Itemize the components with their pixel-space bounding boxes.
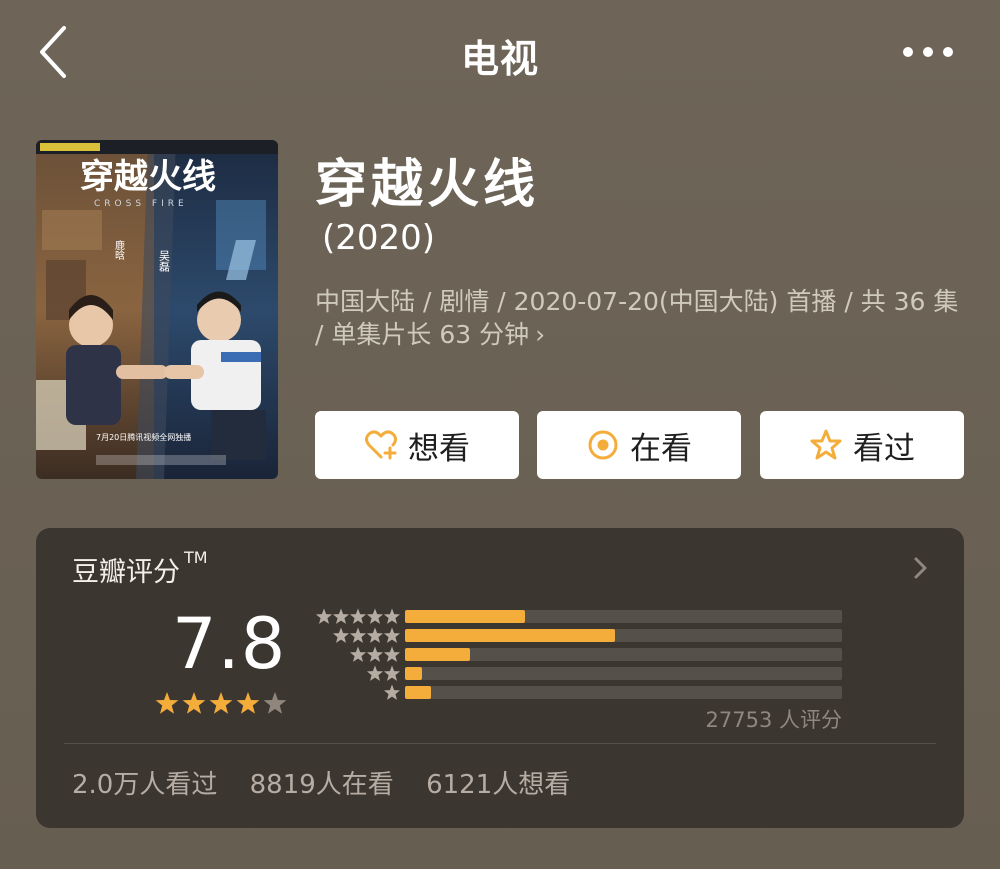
- distribution-star-icon: [332, 627, 350, 643]
- poster-air-info: 7月20日腾讯视频全网独播: [96, 432, 191, 442]
- star-filled-icon: [236, 692, 260, 714]
- poster-actor-left: 鹿晗: [113, 239, 125, 261]
- star-outline-icon: [810, 429, 842, 460]
- watching-button[interactable]: 在看: [537, 411, 741, 479]
- wish-count: 6121人想看: [426, 770, 571, 800]
- want-to-watch-button[interactable]: 想看: [315, 411, 519, 479]
- trademark-mark: TM: [184, 548, 208, 567]
- chevron-left-icon: [40, 26, 66, 78]
- nav-bar: 电视: [0, 0, 1000, 100]
- more-button[interactable]: [893, 30, 963, 74]
- rating-card-title-text: 豆瓣评分: [72, 557, 180, 588]
- rating-stars: [155, 692, 287, 714]
- distribution-star-icon: [383, 684, 400, 700]
- movie-year: (2020): [322, 218, 436, 258]
- movie-meta[interactable]: 中国大陆 / 剧情 / 2020-07-20(中国大陆) 首播 / 共 36 集…: [315, 285, 965, 351]
- rating-card-title: 豆瓣评分 TM: [72, 548, 208, 589]
- back-button[interactable]: [30, 22, 80, 82]
- more-dots-icon: [903, 47, 953, 57]
- rating-bar-track-5-star: [405, 610, 842, 623]
- distribution-star-icon: [366, 646, 384, 662]
- distribution-star-icon: [349, 608, 367, 624]
- divider: [64, 743, 936, 744]
- distribution-star-icon: [383, 665, 400, 681]
- poster-image[interactable]: 穿越火线 CROSS FIRE 吴磊 鹿晗 7月20日腾讯视频全网独播: [36, 140, 278, 479]
- poster-title: 穿越火线: [80, 157, 216, 197]
- rating-count: 27753 人评分: [705, 708, 842, 732]
- watched-count: 2.0万人看过: [72, 770, 218, 800]
- distribution-star-icon: [383, 627, 400, 643]
- page-title: 电视: [460, 37, 539, 81]
- rating-bar-track-1-star: [405, 686, 842, 699]
- distribution-star-icon: [332, 608, 350, 624]
- distribution-star-icon: [349, 646, 367, 662]
- watching-count: 8819人在看: [249, 770, 394, 800]
- rating-bar-track-3-star: [405, 648, 842, 661]
- distribution-star-icon: [366, 627, 384, 643]
- poster-artwork: 穿越火线 CROSS FIRE 吴磊 鹿晗 7月20日腾讯视频全网独播: [36, 140, 278, 479]
- poster-actor-right: 吴磊: [158, 250, 171, 273]
- rating-card[interactable]: 豆瓣评分 TM 7.8 27753 人评分 2.0万人看过 8819人在看 612…: [36, 528, 964, 828]
- chevron-right-icon[interactable]: [908, 554, 932, 582]
- target-circle-icon: [588, 430, 618, 460]
- star-filled-icon: [209, 692, 233, 714]
- want-to-watch-label: 想看: [408, 430, 470, 467]
- movie-detail-page: 电视 穿越火线 CROSS FIRE 吴磊 鹿晗 7月20日腾讯视频全网独播 穿…: [0, 0, 1000, 869]
- distribution-star-icon: [383, 646, 400, 662]
- watched-label: 看过: [853, 430, 915, 467]
- heart-plus-icon: [365, 430, 397, 460]
- rating-bar-fill-4-star: [405, 629, 615, 642]
- distribution-star-icon: [366, 608, 384, 624]
- star-filled-icon: [155, 692, 179, 714]
- chevron-right-icon: ›: [535, 320, 546, 349]
- watched-button[interactable]: 看过: [760, 411, 964, 479]
- rating-bar-fill-3-star: [405, 648, 470, 661]
- star-empty-icon: [263, 692, 287, 714]
- distribution-star-icon: [366, 665, 384, 681]
- rating-bar-fill-1-star: [405, 686, 431, 699]
- watch-stats: 2.0万人看过 8819人在看 6121人想看: [72, 764, 594, 801]
- watching-label: 在看: [630, 430, 692, 467]
- poster-subtitle: CROSS FIRE: [94, 199, 188, 209]
- star-filled-icon: [182, 692, 206, 714]
- distribution-star-icon: [383, 608, 400, 624]
- distribution-star-labels: [315, 608, 400, 700]
- movie-meta-text: 中国大陆 / 剧情 / 2020-07-20(中国大陆) 首播 / 共 36 集…: [315, 287, 959, 349]
- rating-bar-fill-2-star: [405, 667, 422, 680]
- distribution-star-icon: [349, 627, 367, 643]
- movie-title: 穿越火线: [315, 155, 540, 215]
- distribution-star-icon: [315, 608, 333, 624]
- rating-bar-track-2-star: [405, 667, 842, 680]
- rating-score: 7.8: [172, 603, 287, 685]
- rating-bar-fill-5-star: [405, 610, 525, 623]
- rating-bar-track-4-star: [405, 629, 842, 642]
